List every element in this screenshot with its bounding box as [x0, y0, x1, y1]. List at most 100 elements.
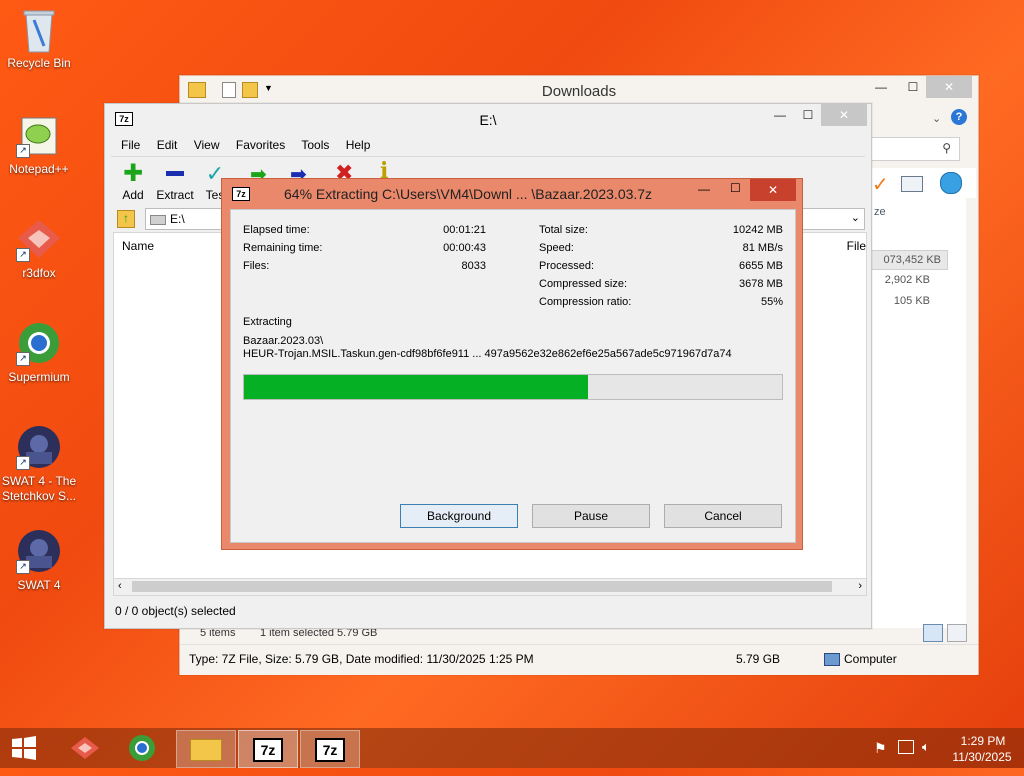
menu-separator [111, 156, 865, 157]
scroll-right-icon[interactable]: › [858, 580, 862, 592]
folder-icon [190, 739, 222, 761]
compression-ratio-label: Compression ratio: [539, 296, 632, 308]
address-dropdown-icon[interactable]: ⌄ [851, 211, 860, 224]
desktop-icon-supermium[interactable]: ↗ Supermium [0, 320, 78, 385]
globe-icon[interactable] [940, 172, 962, 194]
menu-favorites[interactable]: Favorites [236, 138, 285, 152]
r3dfox-icon: ↗ [16, 216, 62, 262]
start-button[interactable] [0, 730, 48, 766]
toolbar-add-button[interactable]: ✚ Add [115, 160, 151, 203]
speed-label: Speed: [539, 242, 574, 254]
details-size: 5.79 GB [736, 652, 781, 666]
search-icon: ⚲ [942, 141, 951, 155]
scroll-left-icon[interactable]: ‹ [118, 580, 122, 592]
horizontal-scrollbar[interactable]: ‹ › [113, 578, 867, 596]
plus-icon: ✚ [122, 160, 144, 187]
recycle-bin-icon [16, 6, 62, 53]
action-center-flag-icon[interactable]: ⚑ [874, 740, 887, 757]
background-button[interactable]: Background [400, 504, 518, 528]
sevenzip-titlebar[interactable]: 7z E:\ — ☐ ✕ [105, 104, 871, 132]
shortcut-arrow-icon: ↗ [16, 248, 30, 262]
notepadpp-icon: ↗ [16, 112, 62, 158]
speed-value: 81 MB/s [742, 242, 783, 254]
menu-tools[interactable]: Tools [301, 138, 329, 152]
taskbar-supermium[interactable] [114, 730, 170, 766]
desktop-icon-swat4[interactable]: ↗ SWAT 4 [0, 528, 78, 593]
scrollbar-thumb[interactable] [132, 581, 832, 592]
desktop-icon-swat4-stetchkov[interactable]: ↗ SWAT 4 - The Stetchkov S... [0, 424, 78, 504]
column-size-header[interactable]: ze [874, 206, 886, 218]
desktop-icon-notepadpp[interactable]: ↗ Notepad++ [0, 112, 78, 177]
taskbar-7zip-b[interactable]: 7z [300, 730, 360, 768]
dialog-maximize-button[interactable]: ☐ [730, 181, 741, 195]
sevenzip-maximize-button[interactable]: ☐ [793, 104, 823, 126]
details-location: Computer [844, 652, 897, 666]
dialog-close-button[interactable]: ✕ [750, 179, 796, 201]
remaining-label: Remaining time: [243, 242, 323, 254]
operation-label: Extracting [243, 316, 292, 328]
file-size-cell: 073,452 KB [870, 250, 948, 270]
taskbar-7zip-a[interactable]: 7z [238, 730, 298, 768]
taskbar: 7z 7z ⚑ 🔈︎ 1:29 PM 11/30/2025 [0, 728, 1024, 768]
current-path-line1: Bazaar.2023.03\ [243, 335, 324, 347]
details-bar: Type: 7Z File, Size: 5.79 GB, Date modif… [180, 644, 978, 675]
up-folder-icon[interactable]: ↑ [117, 210, 135, 228]
shortcut-arrow-icon: ↗ [16, 456, 30, 470]
extract-progress-dialog: 7z 64% Extracting C:\Users\VM4\Downl ...… [221, 178, 803, 550]
clock-date[interactable]: 11/30/2025 [946, 750, 1018, 764]
total-size-value: 10242 MB [732, 224, 783, 236]
compression-ratio-value: 55% [760, 296, 783, 308]
dialog-minimize-button[interactable]: — [698, 182, 710, 196]
clock-time[interactable]: 1:29 PM [950, 734, 1016, 748]
volume-muted-icon[interactable]: 🔈︎ [922, 739, 930, 755]
dialog-app-icon: 7z [232, 187, 250, 201]
explorer-titlebar[interactable]: ▼ Downloads — ☐ ✕ [180, 76, 978, 106]
desktop-icon-label: Supermium [8, 370, 70, 384]
explorer-maximize-button[interactable]: ☐ [898, 76, 928, 98]
desktop-icon-recycle-bin[interactable]: Recycle Bin [0, 6, 78, 71]
taskbar-file-explorer[interactable] [176, 730, 236, 768]
sevenzip-minimize-button[interactable]: — [765, 104, 795, 126]
files-label: Files: [243, 260, 270, 272]
checkmark-icon[interactable]: ✓ [872, 172, 889, 197]
pause-button[interactable]: Pause [532, 504, 650, 528]
supermium-icon: ↗ [16, 320, 62, 366]
sevenzip-title: E:\ [479, 112, 497, 128]
menu-edit[interactable]: Edit [157, 138, 178, 152]
taskbar-r3dfox[interactable] [57, 730, 113, 766]
explorer-minimize-button[interactable]: — [866, 76, 896, 98]
sevenzip-menubar: File Edit View Favorites Tools Help [121, 138, 383, 152]
toolbar-extract-button[interactable]: Extract [153, 162, 197, 202]
desktop-icon-label: SWAT 4 [17, 578, 61, 592]
details-view-icon[interactable] [923, 624, 943, 642]
explorer-file-list: ze 073,452 KB 2,902 KB 105 KB [870, 198, 966, 628]
toolbar-extract-label: Extract [156, 188, 194, 202]
menu-file[interactable]: File [121, 138, 140, 152]
ribbon-expand-icon[interactable]: ⌄ [932, 112, 941, 125]
swat4-icon: ↗ [16, 528, 62, 574]
menu-view[interactable]: View [194, 138, 220, 152]
explorer-close-button[interactable]: ✕ [926, 76, 972, 98]
dialog-title: 64% Extracting C:\Users\VM4\Downl ... \B… [284, 186, 653, 202]
address-text: E:\ [170, 212, 185, 226]
remaining-value: 00:00:43 [443, 242, 486, 254]
progress-bar-fill [244, 375, 589, 399]
sevenzip-status: 0 / 0 object(s) selected [115, 604, 236, 618]
cancel-button[interactable]: Cancel [664, 504, 782, 528]
help-icon[interactable]: ? [951, 109, 967, 125]
network-icon[interactable] [898, 740, 914, 754]
menu-help[interactable]: Help [346, 138, 371, 152]
sevenzip-close-button[interactable]: ✕ [821, 104, 867, 126]
desktop-icon-label: r3dfox [22, 266, 56, 280]
large-icons-view-icon[interactable] [947, 624, 967, 642]
toolbar-add-label: Add [122, 188, 144, 202]
search-box[interactable]: ⚲ [870, 137, 960, 161]
preview-pane-icon[interactable] [901, 176, 923, 192]
column-name-header[interactable]: Name [122, 239, 154, 253]
file-size-cell: 105 KB [893, 295, 930, 307]
desktop-icon-r3dfox[interactable]: ↗ r3dfox [0, 216, 78, 281]
column-file-header[interactable]: File [847, 239, 866, 253]
elapsed-value: 00:01:21 [443, 224, 486, 236]
compressed-size-label: Compressed size: [539, 278, 628, 290]
explorer-title: Downloads [541, 83, 617, 100]
